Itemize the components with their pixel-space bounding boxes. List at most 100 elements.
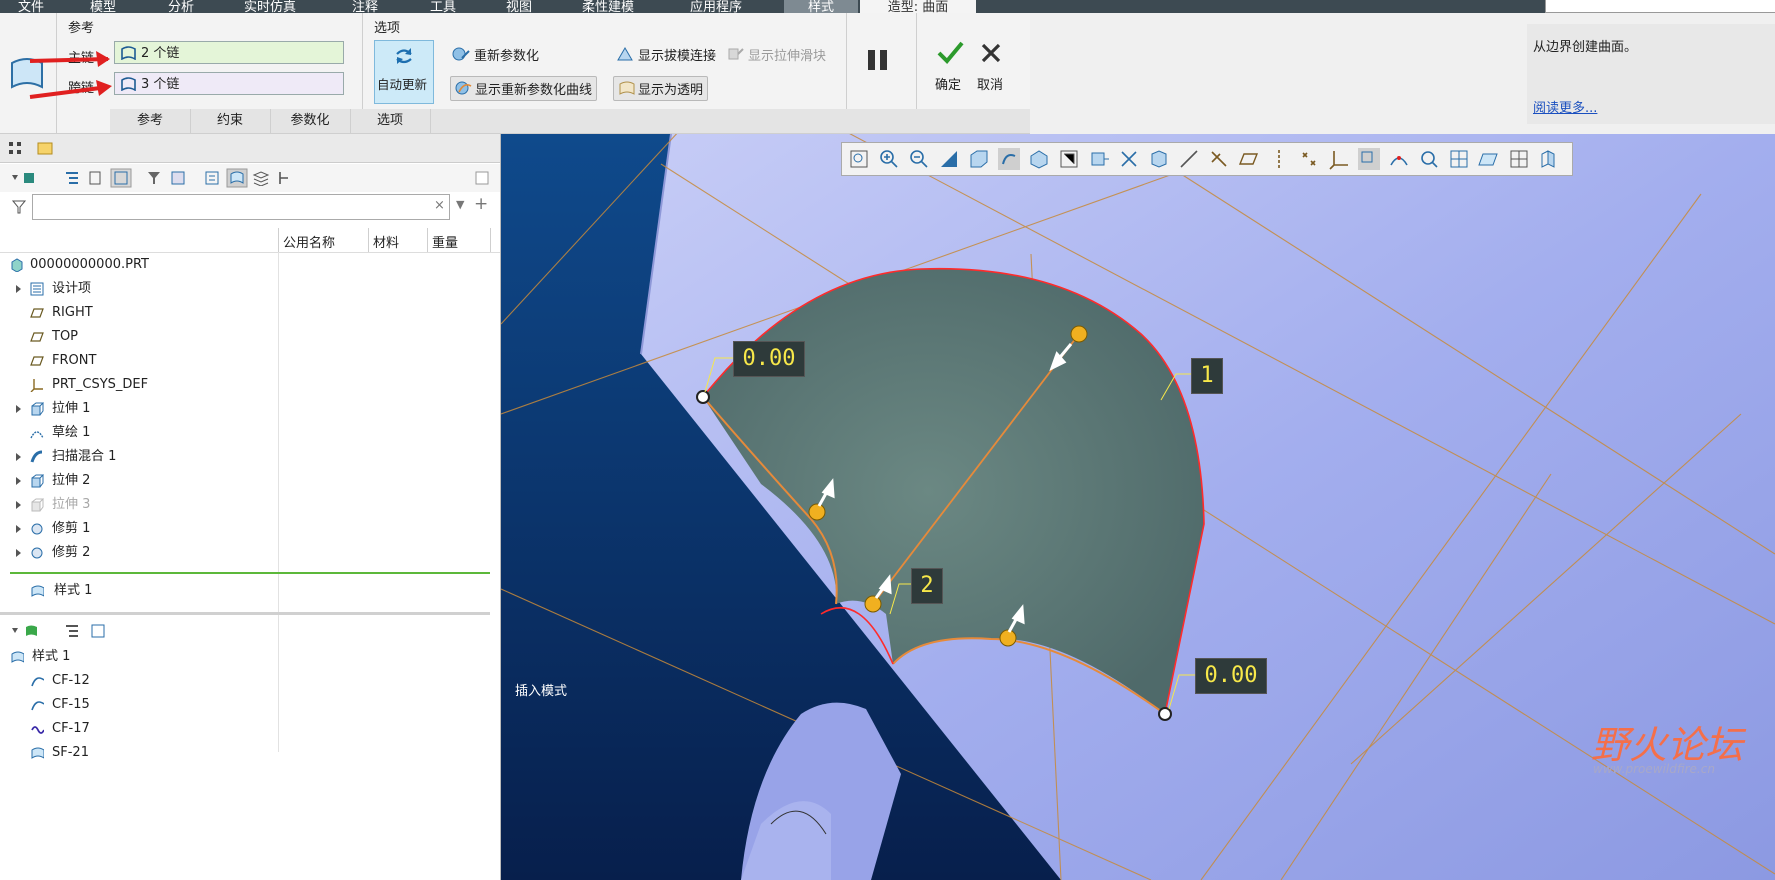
- menu-analysis[interactable]: 分析: [168, 0, 194, 13]
- tree-item-extrude-3[interactable]: 拉伸 3: [16, 494, 90, 516]
- tree-item-sketch-1[interactable]: 草绘 1: [16, 422, 90, 444]
- show-menu-icon[interactable]: [10, 171, 40, 185]
- ok-button[interactable]: 确定: [932, 37, 968, 97]
- style-tree-item-cf-15[interactable]: CF-15: [16, 694, 90, 716]
- expand-icon[interactable]: [16, 501, 21, 509]
- expand-icon[interactable]: [16, 477, 21, 485]
- filter-tree-icon[interactable]: [146, 170, 162, 186]
- layer-tree-icon[interactable]: [170, 170, 186, 186]
- tab-constraints[interactable]: 约束: [190, 109, 271, 133]
- model-tree-tab-icon[interactable]: [8, 141, 24, 155]
- tree-item-front[interactable]: FRONT: [16, 350, 96, 372]
- cross-chain-field[interactable]: 3 个链: [114, 72, 344, 95]
- layers-icon[interactable]: [252, 170, 270, 186]
- tree-item-trim-2[interactable]: 修剪 2: [16, 542, 90, 564]
- annotation-display-icon[interactable]: [1118, 148, 1140, 170]
- hierarchy-icon[interactable]: [276, 170, 292, 186]
- section-icon[interactable]: [1148, 148, 1170, 170]
- datum-axis-display-icon[interactable]: [1208, 148, 1230, 170]
- style-tree-menu-icon[interactable]: [10, 623, 44, 639]
- show-extrude-slider-button[interactable]: 显示拉伸滑块: [726, 45, 826, 64]
- dimension-tangent-end[interactable]: 0.00: [1195, 658, 1267, 694]
- column-weight[interactable]: 重量: [432, 232, 458, 251]
- menu-view[interactable]: 视图: [506, 0, 532, 13]
- menu-model[interactable]: 模型: [90, 0, 116, 13]
- read-more-link[interactable]: 阅读更多...: [1533, 97, 1597, 116]
- active-plane-icon[interactable]: [1538, 148, 1560, 170]
- menu-flexible-modeling[interactable]: 柔性建模: [582, 0, 634, 13]
- tab-options[interactable]: 选项: [350, 109, 431, 133]
- style-tree-toggle-icon[interactable]: [226, 168, 248, 188]
- grid-icon[interactable]: [1448, 148, 1470, 170]
- tree-item-style-1[interactable]: 样式 1: [16, 580, 92, 602]
- style-tree-item-cf-17[interactable]: CF-17: [16, 718, 90, 740]
- show-reparam-curves-button[interactable]: 显示重新参数化曲线: [450, 76, 598, 101]
- four-view-icon[interactable]: [1508, 148, 1530, 170]
- command-search-input[interactable]: [1545, 0, 1775, 13]
- repaint-icon[interactable]: [938, 148, 960, 170]
- tree-item-right[interactable]: RIGHT: [16, 302, 93, 324]
- point-display-icon[interactable]: [1298, 148, 1320, 170]
- column-material[interactable]: 材料: [373, 232, 399, 251]
- expand-icon[interactable]: [16, 285, 21, 293]
- primary-chain-field[interactable]: 2 个链: [114, 41, 344, 64]
- style-tree-filter-icon[interactable]: [64, 623, 80, 639]
- datum-plane-display-icon[interactable]: [1178, 148, 1200, 170]
- shade-icon[interactable]: [1088, 148, 1110, 170]
- chain-label-1[interactable]: 1: [1191, 358, 1223, 394]
- show-draft-connection-button[interactable]: 显示拔模连接: [616, 45, 716, 64]
- csys-display-icon[interactable]: [1328, 148, 1350, 170]
- column-common-name[interactable]: 公用名称: [283, 232, 335, 251]
- add-filter-icon[interactable]: +: [474, 194, 488, 214]
- chain-label-2[interactable]: 2: [911, 568, 943, 604]
- expand-icon[interactable]: [16, 405, 21, 413]
- tree-options-icon[interactable]: [474, 170, 490, 186]
- pause-button[interactable]: [866, 47, 890, 75]
- perspective-icon[interactable]: [1058, 148, 1080, 170]
- menu-style-surface[interactable]: 造型: 曲面: [860, 0, 976, 13]
- clear-search-icon[interactable]: ×: [434, 198, 445, 213]
- expand-icon[interactable]: [16, 549, 21, 557]
- folder-browser-tab-icon[interactable]: [36, 139, 54, 157]
- saved-orientations-icon[interactable]: [998, 148, 1020, 170]
- tab-references[interactable]: 参考: [110, 109, 191, 133]
- tree-item-extrude-2[interactable]: 拉伸 2: [16, 470, 90, 492]
- cancel-button[interactable]: 取消: [974, 37, 1010, 97]
- auto-update-button[interactable]: 自动更新: [374, 40, 434, 104]
- tab-parameterization[interactable]: 参数化: [270, 109, 351, 133]
- show-details-icon[interactable]: [204, 170, 220, 186]
- insert-here-line[interactable]: [10, 572, 490, 574]
- tree-item-design-items[interactable]: 设计项: [16, 278, 91, 300]
- tree-item-csys[interactable]: PRT_CSYS_DEF: [16, 374, 148, 396]
- tree-item-part[interactable]: 00000000000.PRT: [10, 254, 149, 276]
- show-transparent-button[interactable]: 显示为透明: [613, 76, 709, 101]
- zoom-out-icon[interactable]: [908, 148, 930, 170]
- style-tree-item-cf-12[interactable]: CF-12: [16, 670, 90, 692]
- graphics-viewport[interactable]: 0.00 1 2 0.00 插入模式 野火论坛 www.proewildfire…: [501, 134, 1775, 880]
- tree-filter-icon[interactable]: [64, 170, 80, 186]
- view-manager-icon[interactable]: [1028, 148, 1050, 170]
- refit-icon[interactable]: [848, 148, 870, 170]
- menu-style[interactable]: 样式: [784, 0, 858, 13]
- tree-item-trim-1[interactable]: 修剪 1: [16, 518, 90, 540]
- tree-settings-icon[interactable]: [110, 168, 132, 188]
- sketch-plane-icon[interactable]: [1478, 148, 1500, 170]
- plane-display-icon[interactable]: [1238, 148, 1260, 170]
- zoom-in-icon[interactable]: [878, 148, 900, 170]
- spin-center-icon[interactable]: [1358, 148, 1380, 170]
- style-tree-root[interactable]: 样式 1: [10, 646, 70, 668]
- display-style-icon[interactable]: [968, 148, 990, 170]
- menu-file[interactable]: 文件: [18, 0, 44, 13]
- tree-item-swept-blend-1[interactable]: 扫描混合 1: [16, 446, 116, 468]
- menu-applications[interactable]: 应用程序: [690, 0, 742, 13]
- dimension-tangent-start[interactable]: 0.00: [733, 341, 805, 377]
- expand-icon[interactable]: [16, 453, 21, 461]
- tree-columns-icon[interactable]: [88, 170, 102, 186]
- menu-tools[interactable]: 工具: [430, 0, 456, 13]
- menu-simulation[interactable]: 实时仿真: [244, 0, 296, 13]
- style-tree-columns-icon[interactable]: [90, 623, 106, 639]
- axis-display-icon[interactable]: [1268, 148, 1290, 170]
- menu-annotate[interactable]: 注释: [352, 0, 378, 13]
- reparameterize-button[interactable]: 重新参数化: [452, 45, 539, 64]
- tree-search-input[interactable]: [32, 194, 450, 220]
